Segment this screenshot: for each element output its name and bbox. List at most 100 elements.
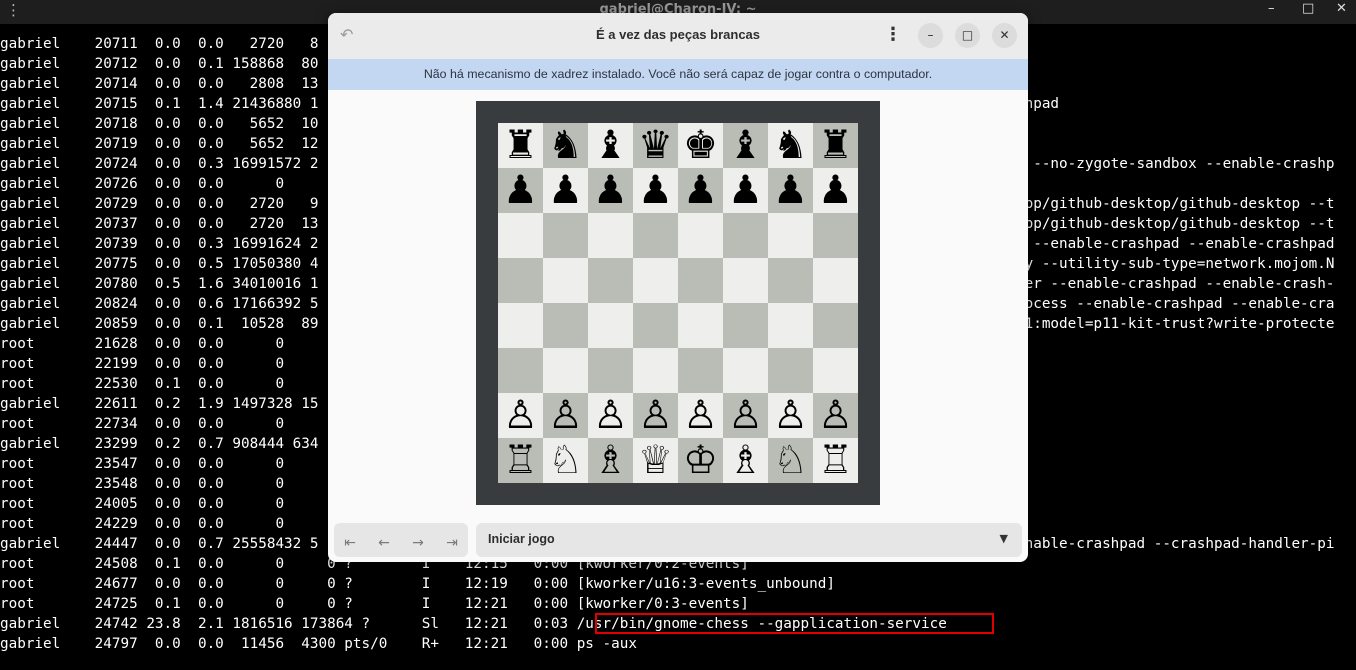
board-square[interactable]: ♙ bbox=[678, 393, 723, 438]
board-square[interactable] bbox=[678, 258, 723, 303]
board-square[interactable]: ♖ bbox=[498, 438, 543, 483]
board-square[interactable] bbox=[768, 213, 813, 258]
board-square[interactable]: ♙ bbox=[588, 393, 633, 438]
terminal-maximize-icon[interactable]: □ bbox=[1302, 1, 1314, 16]
previous-move-icon[interactable]: ← bbox=[368, 527, 400, 559]
board-square[interactable] bbox=[768, 348, 813, 393]
terminal-close-icon[interactable]: ✕ bbox=[1336, 1, 1347, 16]
board-square[interactable] bbox=[678, 348, 723, 393]
board-square[interactable] bbox=[588, 213, 633, 258]
board-square[interactable]: ♘ bbox=[543, 438, 588, 483]
last-move-icon[interactable]: ⇥ bbox=[436, 527, 468, 559]
board-square[interactable]: ♞ bbox=[768, 123, 813, 168]
menu-icon[interactable]: ⋮ bbox=[884, 24, 902, 45]
board-square[interactable]: ♖ bbox=[813, 438, 858, 483]
board-square[interactable]: ♕ bbox=[633, 438, 678, 483]
board-square[interactable] bbox=[813, 258, 858, 303]
board-square[interactable] bbox=[588, 348, 633, 393]
terminal-line: root 24677 0.0 0.0 0 0 ? I 12:19 0:00 [k… bbox=[0, 574, 1356, 594]
chess-window: ↶ É a vez das peças brancas ⋮ – □ ✕ Não … bbox=[328, 13, 1028, 562]
board-square[interactable] bbox=[498, 213, 543, 258]
terminal-line-left: gabriel 20719 0.0 0.0 5652 12 bbox=[0, 136, 319, 152]
terminal-line-right: enable-crashpad --crashpad-handler-pi bbox=[1016, 536, 1335, 552]
board-square[interactable]: ♛ bbox=[633, 123, 678, 168]
chevron-down-icon: ▼ bbox=[999, 532, 1008, 545]
board-square[interactable]: ♗ bbox=[723, 438, 768, 483]
board-square[interactable]: ♝ bbox=[723, 123, 768, 168]
board-square[interactable] bbox=[723, 213, 768, 258]
terminal-line-left: gabriel 20711 0.0 0.0 2720 8 bbox=[0, 36, 319, 52]
board-square[interactable]: ♙ bbox=[543, 393, 588, 438]
terminal-line-left: gabriel 20718 0.0 0.0 5652 10 bbox=[0, 116, 319, 132]
board-square[interactable] bbox=[543, 348, 588, 393]
board-square[interactable]: ♝ bbox=[588, 123, 633, 168]
terminal-minimize-icon[interactable]: – bbox=[1268, 1, 1275, 16]
board-square[interactable] bbox=[633, 348, 678, 393]
info-bar: Não há mecanismo de xadrez instalado. Vo… bbox=[328, 59, 1028, 90]
board-square[interactable] bbox=[768, 303, 813, 348]
terminal-line-right: rer --enable-crashpad --enable-crash- bbox=[1016, 276, 1335, 292]
board-square[interactable]: ♘ bbox=[768, 438, 813, 483]
game-selector[interactable]: Iniciar jogo ▼ bbox=[476, 523, 1022, 557]
board-square[interactable] bbox=[678, 213, 723, 258]
board-square[interactable]: ♙ bbox=[498, 393, 543, 438]
terminal-line-left: gabriel 24797 0.0 0.0 11456 4300 pts/0 R… bbox=[0, 636, 637, 652]
next-move-icon[interactable]: → bbox=[402, 527, 434, 559]
board-square[interactable]: ♙ bbox=[768, 393, 813, 438]
terminal-line-right: app/github-desktop/github-desktop --t bbox=[1016, 216, 1335, 232]
board-square[interactable]: ♙ bbox=[723, 393, 768, 438]
board-square[interactable]: ♟ bbox=[588, 168, 633, 213]
close-button[interactable]: ✕ bbox=[992, 23, 1017, 48]
board-square[interactable] bbox=[723, 303, 768, 348]
board-square[interactable]: ♟ bbox=[813, 168, 858, 213]
highlight-box bbox=[595, 613, 994, 634]
board-square[interactable] bbox=[633, 213, 678, 258]
board-square[interactable]: ♜ bbox=[498, 123, 543, 168]
terminal-line-left: gabriel 20737 0.0 0.0 2720 13 bbox=[0, 216, 319, 232]
chess-board-frame: ♜ ♞ ♝ ♛ ♚ ♝ ♞ ♜ ♟ ♟ ♟ ♟ ♟ ♟ ♟ ♟ ♙ ♙ ♙ ♙ ♙ ♙ ♙ ♙ ♖ ♘ ♗ ♕ ♔ ♗ ♘ ♖ bbox=[476, 101, 880, 505]
terminal-line-right: e --enable-crashpad --enable-crashpad bbox=[1016, 236, 1335, 252]
terminal-line-right: ty --utility-sub-type=network.mojom.N bbox=[1016, 256, 1335, 272]
board-square[interactable]: ♔ bbox=[678, 438, 723, 483]
board-square[interactable] bbox=[543, 258, 588, 303]
board-square[interactable] bbox=[633, 303, 678, 348]
board-square[interactable] bbox=[498, 258, 543, 303]
board-square[interactable] bbox=[633, 258, 678, 303]
board-square[interactable]: ♙ bbox=[813, 393, 858, 438]
board-square[interactable] bbox=[813, 348, 858, 393]
board-square[interactable]: ♟ bbox=[678, 168, 723, 213]
terminal-line-left: gabriel 20724 0.0 0.3 16991572 2 bbox=[0, 156, 319, 172]
board-square[interactable]: ♜ bbox=[813, 123, 858, 168]
board-square[interactable]: ♟ bbox=[543, 168, 588, 213]
chess-board[interactable]: ♜ ♞ ♝ ♛ ♚ ♝ ♞ ♜ ♟ ♟ ♟ ♟ ♟ ♟ ♟ ♟ ♙ ♙ ♙ ♙ ♙ ♙ ♙ ♙ ♖ ♘ ♗ ♕ ♔ ♗ ♘ ♖ bbox=[498, 123, 858, 483]
bottom-controls: ⇤ ← → ⇥ Iniciar jogo ▼ bbox=[328, 519, 1028, 562]
terminal-line-left: gabriel 20739 0.0 0.3 16991624 2 bbox=[0, 236, 319, 252]
board-square[interactable] bbox=[588, 258, 633, 303]
first-move-icon[interactable]: ⇤ bbox=[334, 527, 366, 559]
board-square[interactable] bbox=[498, 348, 543, 393]
terminal-line-left: gabriel 22611 0.2 1.9 1497328 15 bbox=[0, 396, 319, 412]
board-square[interactable]: ♙ bbox=[633, 393, 678, 438]
minimize-button[interactable]: – bbox=[918, 23, 943, 48]
board-square[interactable] bbox=[498, 303, 543, 348]
terminal-line-left: gabriel 20712 0.0 0.1 158868 80 bbox=[0, 56, 319, 72]
board-square[interactable]: ♚ bbox=[678, 123, 723, 168]
board-square[interactable] bbox=[723, 348, 768, 393]
board-square[interactable] bbox=[543, 213, 588, 258]
board-square[interactable] bbox=[678, 303, 723, 348]
board-square[interactable] bbox=[588, 303, 633, 348]
terminal-line-right: app/github-desktop/github-desktop --t bbox=[1016, 196, 1335, 212]
maximize-button[interactable]: □ bbox=[955, 23, 980, 48]
board-square[interactable] bbox=[543, 303, 588, 348]
board-square[interactable] bbox=[768, 258, 813, 303]
board-square[interactable]: ♟ bbox=[768, 168, 813, 213]
board-square[interactable]: ♗ bbox=[588, 438, 633, 483]
board-square[interactable]: ♟ bbox=[498, 168, 543, 213]
board-square[interactable] bbox=[813, 303, 858, 348]
terminal-line-right: e --no-zygote-sandbox --enable-crashp bbox=[1016, 156, 1335, 172]
board-square[interactable] bbox=[813, 213, 858, 258]
board-square[interactable] bbox=[723, 258, 768, 303]
board-square[interactable]: ♞ bbox=[543, 123, 588, 168]
board-square[interactable]: ♟ bbox=[633, 168, 678, 213]
board-square[interactable]: ♟ bbox=[723, 168, 768, 213]
